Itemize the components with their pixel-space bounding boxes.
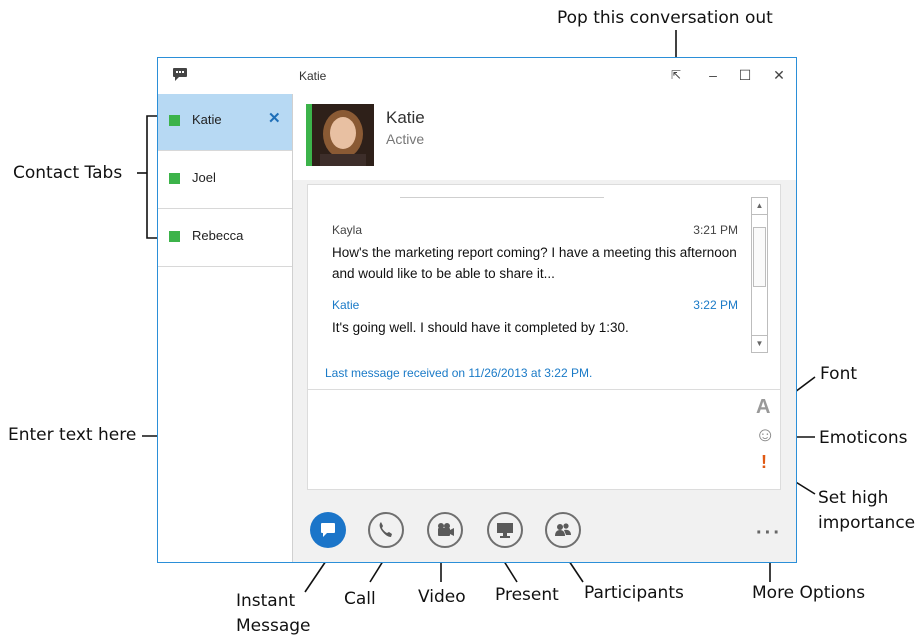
- callout-present: Present: [495, 585, 559, 605]
- callout-participants: Participants: [584, 583, 684, 603]
- more-options-button[interactable]: ···: [756, 522, 782, 545]
- callout-set-high-importance: Set high importance: [818, 486, 915, 535]
- callout-more-options: More Options: [752, 583, 866, 603]
- presence-available-icon: [169, 231, 180, 242]
- participants-icon: [555, 523, 571, 536]
- callout-emoticons: Emoticons: [819, 428, 908, 448]
- tab-rebecca[interactable]: Rebecca: [158, 210, 292, 267]
- chat-app-icon: [173, 68, 187, 81]
- tab-label: Joel: [192, 170, 216, 185]
- history-scrollbar[interactable]: ▲ ▼: [751, 197, 768, 353]
- tab-katie[interactable]: Katie ✕: [158, 94, 292, 151]
- callout-pop-out: Pop this conversation out: [557, 8, 773, 28]
- video-camera-icon: [438, 523, 454, 536]
- callout-video: Video: [418, 587, 466, 607]
- close-tab-icon[interactable]: ✕: [268, 109, 281, 127]
- contact-photo: [312, 104, 374, 166]
- tab-label: Rebecca: [192, 228, 244, 243]
- last-message-status: Last message received on 11/26/2013 at 3…: [325, 366, 593, 380]
- history-divider: [400, 197, 604, 198]
- scroll-down-icon[interactable]: ▼: [752, 335, 767, 352]
- message-sender: Kayla: [332, 223, 363, 237]
- presence-available-icon: [169, 173, 180, 184]
- tab-joel[interactable]: Joel: [158, 152, 292, 209]
- message-text: It's going well. I should have it comple…: [332, 320, 629, 335]
- call-button[interactable]: [368, 512, 404, 548]
- contact-name: Katie: [386, 108, 425, 127]
- callout-set-high-importance-line1: Set high: [818, 488, 889, 508]
- message-time: 3:21 PM: [693, 223, 738, 237]
- presence-available-icon: [169, 115, 180, 126]
- contact-card: Katie Active: [293, 94, 796, 180]
- conversation-history: Kayla 3:21 PM How's the marketing report…: [307, 184, 781, 390]
- callout-contact-tabs: Contact Tabs: [13, 163, 123, 183]
- chat-bubble-icon: [321, 523, 335, 537]
- title-bar: Katie ⇱ – ☐ ✕: [158, 58, 796, 94]
- message-sender: Katie: [332, 298, 360, 312]
- callout-font: Font: [820, 364, 858, 384]
- callout-instant-message-line2: Message: [236, 615, 311, 636]
- close-button[interactable]: ✕: [768, 64, 790, 86]
- callout-instant-message-line1: Instant: [236, 591, 296, 611]
- instant-message-button[interactable]: [310, 512, 346, 548]
- scroll-up-icon[interactable]: ▲: [752, 198, 767, 215]
- monitor-icon: [497, 523, 513, 538]
- minimize-button[interactable]: –: [702, 64, 724, 86]
- contact-status: Active: [386, 131, 425, 147]
- window-title: Katie: [299, 69, 327, 83]
- avatar[interactable]: [312, 104, 374, 166]
- popout-button[interactable]: ⇱: [665, 64, 687, 86]
- callout-enter-text: Enter text here: [8, 425, 137, 445]
- contact-tabs: Katie ✕ Joel Rebecca: [158, 94, 293, 562]
- scroll-thumb[interactable]: [753, 227, 766, 287]
- callout-call: Call: [344, 589, 376, 609]
- callout-set-high-importance-line2: importance: [818, 512, 916, 533]
- conversation-window: Katie ⇱ – ☐ ✕ Katie ✕ Joel Rebecca Katie…: [157, 57, 797, 563]
- message-time: 3:22 PM: [693, 298, 738, 312]
- emoticon-icon[interactable]: ☺: [755, 424, 775, 447]
- high-importance-icon[interactable]: !: [761, 452, 767, 473]
- message-input[interactable]: A ☺ !: [307, 390, 781, 490]
- participants-button[interactable]: [545, 512, 581, 548]
- tab-label: Katie: [192, 112, 222, 127]
- phone-icon: [379, 522, 392, 537]
- font-icon[interactable]: A: [756, 396, 770, 419]
- message-text: How's the marketing report coming? I hav…: [332, 245, 737, 281]
- callout-instant-message: Instant Message: [236, 589, 311, 638]
- conversation-pane: Katie Active Kayla 3:21 PM How's the mar…: [293, 94, 796, 562]
- maximize-button[interactable]: ☐: [734, 64, 756, 86]
- present-button[interactable]: [487, 512, 523, 548]
- video-button[interactable]: [427, 512, 463, 548]
